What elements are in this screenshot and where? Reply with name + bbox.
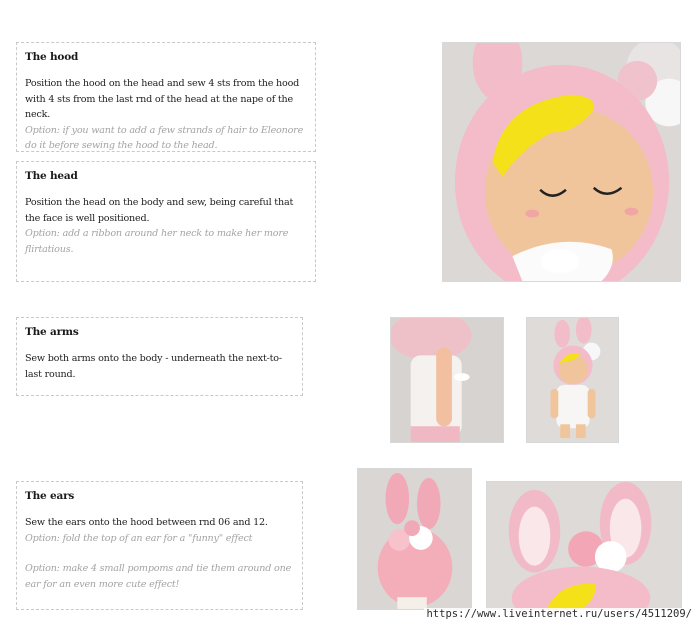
head-card: The head Position the head on the body a… <box>16 161 316 282</box>
ears-title: The ears <box>25 490 75 502</box>
hood-card: The hood Position the hood on the head a… <box>16 42 316 152</box>
ears-option-2: Option: make 4 small pompoms and tie the… <box>25 563 292 590</box>
doll-back-ears-photo <box>357 468 472 610</box>
head-option: Option: add a ribbon around her neck to … <box>25 228 289 255</box>
doll-full-body-photo <box>526 317 619 443</box>
doll-face-closeup-photo <box>442 42 681 282</box>
arms-card: The arms Sew both arms onto the body - u… <box>16 317 303 396</box>
doll-ears-closeup-photo <box>486 481 682 610</box>
arms-instruction: Sew both arms onto the body - underneath… <box>25 353 282 380</box>
head-title: The head <box>25 170 78 182</box>
watermark-url: https://www.liveinternet.ru/users/451120… <box>424 608 694 620</box>
ears-instruction: Sew the ears onto the hood between rnd 0… <box>25 517 268 528</box>
ears-option-1: Option: fold the top of an ear for a "fu… <box>25 532 253 544</box>
hood-instruction: Position the hood on the head and sew 4 … <box>25 78 300 120</box>
hood-title: The hood <box>25 51 79 63</box>
head-instruction: Position the head on the body and sew, b… <box>25 197 294 224</box>
hood-option: Option: if you want to add a few strands… <box>25 124 304 152</box>
arms-title: The arms <box>25 326 79 338</box>
doll-side-arm-photo <box>390 317 504 443</box>
ears-card: The ears Sew the ears onto the hood betw… <box>16 481 303 610</box>
